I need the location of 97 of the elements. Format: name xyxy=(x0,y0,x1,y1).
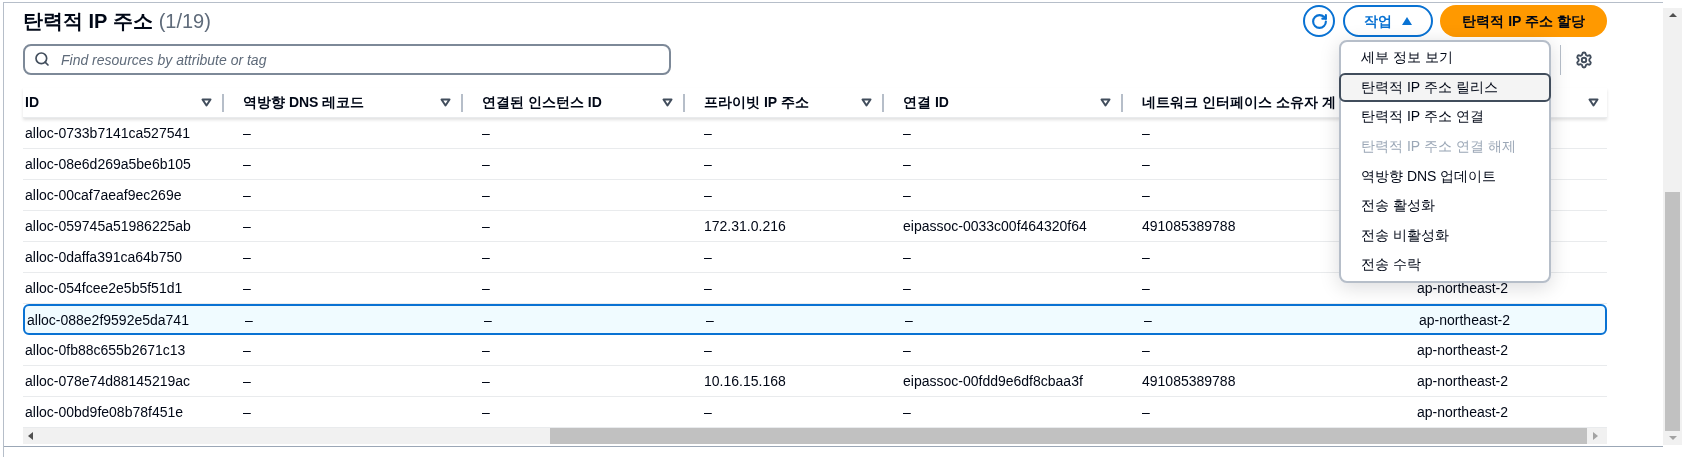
table-cell: – xyxy=(1142,156,1150,172)
column-header: 연결된 인스턴스 ID xyxy=(482,93,602,112)
page-title: 탄력적 IP 주소 xyxy=(23,9,153,34)
table-cell: – xyxy=(482,280,490,296)
allocate-button[interactable]: 탄력적 IP 주소 할당 xyxy=(1440,5,1607,37)
column-header: 연결 ID xyxy=(903,93,949,112)
table-cell: – xyxy=(482,373,490,389)
table-cell: – xyxy=(245,311,253,328)
table-cell: – xyxy=(243,342,251,358)
table-cell: 172.31.0.216 xyxy=(704,218,786,234)
table-cell: – xyxy=(1144,311,1152,328)
sort-icon[interactable] xyxy=(662,98,673,107)
refresh-icon xyxy=(1310,12,1328,30)
table-cell: – xyxy=(1142,280,1150,296)
table-cell: – xyxy=(243,280,251,296)
refresh-button[interactable] xyxy=(1303,5,1336,37)
table-cell: – xyxy=(1142,249,1150,265)
horizontal-scrollbar[interactable] xyxy=(23,428,1607,444)
item-count: (1/19) xyxy=(158,9,211,34)
table-cell: alloc-00caf7aeaf9ec269e xyxy=(25,187,182,203)
table-cell: – xyxy=(243,156,251,172)
table-cell: alloc-0733b7141ca527541 xyxy=(25,125,191,141)
table-cell: ap-northeast-2 xyxy=(1417,404,1509,420)
selected-row[interactable]: alloc-088e2f9592e5da741 – – – – – ap-northeast-2 xyxy=(23,304,1607,335)
column-header: 역방향 DNS 레코드 xyxy=(243,93,365,112)
table-cell: eipassoc-00fdd9e6df8cbaa3f xyxy=(903,373,1083,389)
table-cell: ap-northeast-2 xyxy=(1419,311,1511,328)
table-cell: – xyxy=(903,187,911,203)
table-cell: – xyxy=(484,311,492,328)
table-cell: – xyxy=(482,404,490,420)
table-cell: – xyxy=(1142,404,1150,420)
table-cell: alloc-0fb88c655b2671c13 xyxy=(25,342,186,358)
table-cell: ap-northeast-2 xyxy=(1417,342,1509,358)
table-cell: alloc-0daffa391ca64b750 xyxy=(25,249,182,265)
caret-icon xyxy=(1402,17,1413,25)
table-cell: – xyxy=(706,311,714,328)
table-cell: – xyxy=(243,125,251,141)
table-cell: 491085389788 xyxy=(1142,218,1236,234)
table-cell: – xyxy=(482,249,490,265)
sort-icon[interactable] xyxy=(201,98,212,107)
table-cell: – xyxy=(243,187,251,203)
sort-icon[interactable] xyxy=(1100,98,1111,107)
table-cell: – xyxy=(243,373,251,389)
table-cell: 491085389788 xyxy=(1142,373,1236,389)
table-cell: alloc-08e6d269a5be6b105 xyxy=(25,156,191,172)
menu-item[interactable]: 탄력적 IP 주소 연결 xyxy=(1341,102,1549,132)
menu-item[interactable]: 전송 활성화 xyxy=(1341,190,1549,221)
table-cell: – xyxy=(704,156,712,172)
table-cell: – xyxy=(905,311,913,328)
search-field[interactable]: Find resources by attribute or tag xyxy=(23,44,671,75)
table-cell: – xyxy=(704,187,712,203)
table-cell: – xyxy=(903,249,911,265)
table-cell: ap-northeast-2 xyxy=(1417,373,1509,389)
table-cell: – xyxy=(704,249,712,265)
table-cell: – xyxy=(903,156,911,172)
column-header: ID xyxy=(25,93,39,112)
sort-icon[interactable] xyxy=(1588,98,1599,107)
sort-icon[interactable] xyxy=(440,98,451,107)
table-cell: – xyxy=(482,342,490,358)
table-cell: – xyxy=(243,218,251,234)
table-cell: – xyxy=(1142,187,1150,203)
menu-item[interactable]: 세부 정보 보기 xyxy=(1341,43,1549,73)
table-cell: – xyxy=(704,125,712,141)
table-cell: – xyxy=(903,125,911,141)
table-cell: – xyxy=(704,342,712,358)
table-cell: – xyxy=(1142,125,1150,141)
table-cell: alloc-088e2f9592e5da741 xyxy=(27,311,189,328)
menu-item[interactable]: 역방향 DNS 업데이트 xyxy=(1341,161,1549,191)
table-cell: alloc-00bd9fe08b78f451e xyxy=(25,404,184,420)
vertical-scrollbar[interactable] xyxy=(1663,8,1682,445)
table-cell: ap-northeast-2 xyxy=(1417,280,1509,296)
column-header: 네트워크 인터페이스 소유자 계 xyxy=(1142,93,1336,112)
table-cell: – xyxy=(903,280,911,296)
table-cell: 10.16.15.168 xyxy=(704,373,786,389)
table-cell: eipassoc-0033c00f464320f64 xyxy=(903,218,1087,234)
table-cell: – xyxy=(482,218,490,234)
sort-icon[interactable] xyxy=(861,98,872,107)
menu-item[interactable]: 탄력적 IP 주소 릴리스 xyxy=(1339,72,1551,103)
search-icon xyxy=(34,51,50,67)
settings-icon[interactable] xyxy=(1575,50,1593,69)
table-cell: alloc-054fcee2e5b5f51d1 xyxy=(25,280,183,296)
table-cell: – xyxy=(1142,342,1150,358)
table-cell: – xyxy=(482,187,490,203)
table-cell: – xyxy=(704,404,712,420)
table-cell: – xyxy=(704,280,712,296)
table-cell: alloc-059745a51986225ab xyxy=(25,218,191,234)
menu-item[interactable]: 전송 비활성화 xyxy=(1341,220,1549,251)
column-header: 프라이빗 IP 주소 xyxy=(704,93,809,112)
table-cell: – xyxy=(243,249,251,265)
actions-button[interactable]: 작업 xyxy=(1343,5,1434,37)
menu-item[interactable]: 전송 수락 xyxy=(1341,250,1549,280)
table-cell: – xyxy=(482,125,490,141)
table-cell: alloc-078e74d88145219ac xyxy=(25,373,191,389)
table-cell: – xyxy=(903,342,911,358)
table-cell: – xyxy=(243,404,251,420)
table-cell: – xyxy=(903,404,911,420)
table-cell: – xyxy=(482,156,490,172)
